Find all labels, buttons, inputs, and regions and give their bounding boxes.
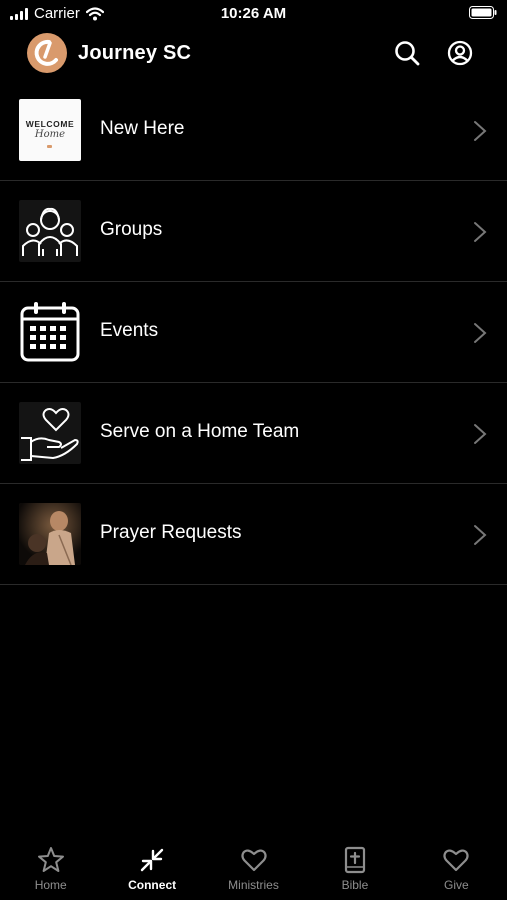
tab-label: Home bbox=[34, 878, 67, 892]
menu-item-groups[interactable]: Groups bbox=[0, 181, 507, 282]
star-icon bbox=[37, 847, 64, 872]
menu-item-label: Serve on a Home Team bbox=[100, 421, 300, 442]
tab-label: Connect bbox=[128, 878, 177, 892]
menu-item-label: Events bbox=[100, 320, 159, 341]
calendar-icon bbox=[19, 301, 81, 363]
menu-item-events[interactable]: Events bbox=[0, 282, 507, 383]
chevron-right-icon bbox=[474, 323, 487, 343]
status-time: 10:26 AM bbox=[220, 5, 287, 22]
menu-item-serve[interactable]: Serve on a Home Team bbox=[0, 383, 507, 484]
menu-item-label: New Here bbox=[100, 118, 185, 139]
menu-item-prayer-requests[interactable]: Prayer Requests bbox=[0, 484, 507, 585]
profile-icon bbox=[447, 40, 473, 66]
chevron-right-icon bbox=[474, 525, 487, 545]
tab-give[interactable]: Give bbox=[406, 838, 507, 900]
tab-bible[interactable]: Bible bbox=[304, 838, 405, 900]
heart-icon bbox=[240, 849, 267, 872]
chevron-right-icon bbox=[474, 222, 487, 242]
profile-button[interactable] bbox=[445, 38, 475, 68]
bible-icon bbox=[344, 846, 366, 874]
app-title: Journey SC bbox=[78, 42, 192, 64]
tab-label: Bible bbox=[341, 878, 369, 892]
welcome-home-thumbnail: WELCOME Home bbox=[19, 99, 81, 161]
battery-icon bbox=[469, 6, 497, 24]
tab-home[interactable]: Home bbox=[0, 838, 101, 900]
search-button[interactable] bbox=[392, 38, 422, 68]
menu-item-label: Prayer Requests bbox=[100, 522, 242, 543]
tab-label: Ministries bbox=[228, 878, 279, 892]
tab-label: Give bbox=[443, 878, 469, 892]
church-logo bbox=[27, 33, 67, 73]
app-header: Journey SC bbox=[0, 30, 507, 76]
prayer-photo bbox=[19, 503, 81, 565]
chevron-right-icon bbox=[474, 121, 487, 141]
thumb-text-welcome: WELCOME bbox=[25, 119, 75, 129]
status-bar: Carrier 10:26 AM bbox=[0, 0, 507, 28]
heart-icon bbox=[443, 849, 469, 872]
menu-item-label: Groups bbox=[100, 219, 163, 240]
connect-arrows-icon bbox=[140, 848, 164, 872]
chevron-right-icon bbox=[474, 424, 487, 444]
groups-people-icon bbox=[19, 200, 81, 262]
bottom-tab-bar: Home Connect Ministries Bible Give bbox=[0, 838, 507, 900]
tab-connect[interactable]: Connect bbox=[101, 838, 202, 900]
search-icon bbox=[395, 41, 420, 66]
tab-ministries[interactable]: Ministries bbox=[203, 838, 304, 900]
thumb-text-home: Home bbox=[34, 129, 66, 140]
connect-menu-list: WELCOME Home New Here Groups Events Serv… bbox=[0, 80, 507, 585]
menu-item-new-here[interactable]: WELCOME Home New Here bbox=[0, 80, 507, 181]
hand-heart-icon bbox=[19, 402, 81, 464]
